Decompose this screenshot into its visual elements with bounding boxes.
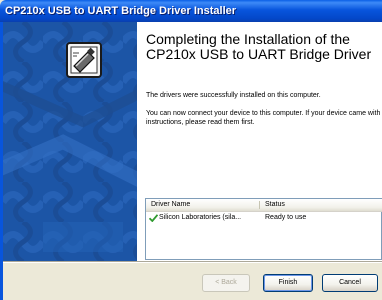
table-row[interactable]: Silicon Laboratories (sila... Ready to u…	[146, 212, 382, 224]
driver-status-cell: Ready to use	[265, 214, 307, 221]
button-bar: < Back Finish Cancel	[3, 261, 382, 300]
wizard-content: Completing the Installation of the CP210…	[137, 22, 382, 261]
column-header-driver-name[interactable]: Driver Name	[151, 199, 190, 211]
cancel-button[interactable]: Cancel	[322, 274, 378, 292]
success-message: The drivers were successfully installed …	[146, 92, 321, 99]
check-icon	[149, 214, 158, 222]
finish-button[interactable]: Finish	[263, 274, 313, 292]
driver-name-cell: Silicon Laboratories (sila...	[159, 214, 242, 221]
usb-device-icon	[66, 42, 102, 78]
column-divider[interactable]	[259, 201, 260, 209]
back-button[interactable]: < Back	[202, 274, 250, 292]
page-title: Completing the Installation of the CP210…	[146, 31, 372, 62]
driver-list-header: Driver Name Status	[146, 199, 382, 212]
column-header-status[interactable]: Status	[265, 199, 285, 211]
title-bar[interactable]: CP210x USB to UART Bridge Driver Install…	[0, 0, 382, 22]
driver-list[interactable]: Driver Name Status Silicon Laboratories …	[145, 198, 382, 260]
installer-window: CP210x USB to UART Bridge Driver Install…	[0, 0, 382, 300]
instructions-message: You can now connect your device to this …	[146, 110, 381, 126]
window-title: CP210x USB to UART Bridge Driver Install…	[5, 5, 237, 17]
